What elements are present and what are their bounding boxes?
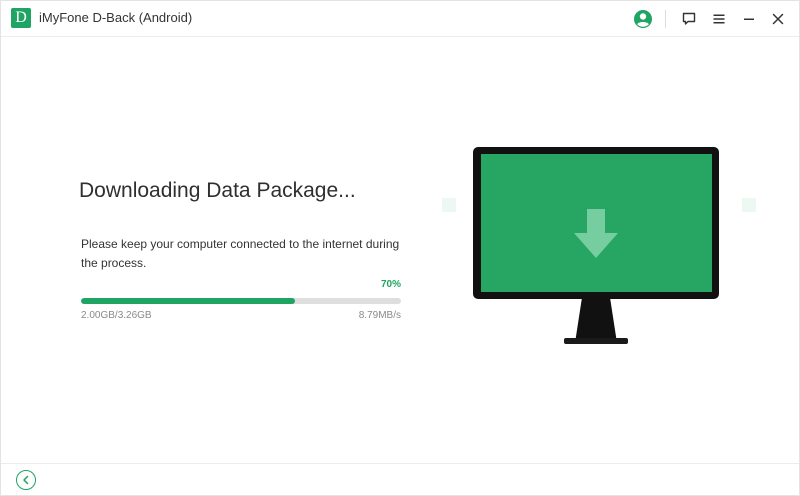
close-icon	[772, 13, 784, 25]
download-size: 2.00GB/3.26GB	[81, 310, 152, 321]
chat-bubble-icon	[682, 12, 696, 25]
title-bar: D iMyFone D-Back (Android)	[1, 1, 799, 37]
decor-square-left	[442, 198, 456, 212]
minimize-button[interactable]	[738, 8, 760, 30]
feedback-button[interactable]	[678, 8, 700, 30]
progress-percent: 70%	[380, 279, 401, 290]
app-logo: D	[11, 8, 31, 28]
download-speed: 8.79MB/s	[358, 310, 401, 321]
monitor-base	[564, 338, 628, 344]
footer-bar	[1, 463, 799, 496]
download-arrow-icon	[574, 209, 618, 258]
monitor-stand	[575, 298, 617, 338]
progress-bar	[81, 298, 401, 304]
app-title: iMyFone D-Back (Android)	[39, 10, 193, 25]
minimize-icon	[744, 18, 754, 20]
decor-square-right	[742, 198, 756, 212]
user-circle-icon	[634, 10, 652, 28]
page-title: Downloading Data Package...	[79, 179, 356, 202]
progress-fill	[81, 298, 296, 304]
title-bar-divider	[665, 10, 666, 28]
app-window: D iMyFone D-Back (Android) Downloading D…	[0, 0, 800, 496]
account-button[interactable]	[632, 8, 654, 30]
back-button[interactable]	[16, 470, 36, 490]
hamburger-menu-icon	[713, 14, 725, 24]
page-description: Please keep your computer connected to t…	[81, 237, 400, 270]
close-button[interactable]	[767, 8, 789, 30]
back-arrow-icon	[23, 475, 29, 485]
menu-button[interactable]	[708, 8, 730, 30]
